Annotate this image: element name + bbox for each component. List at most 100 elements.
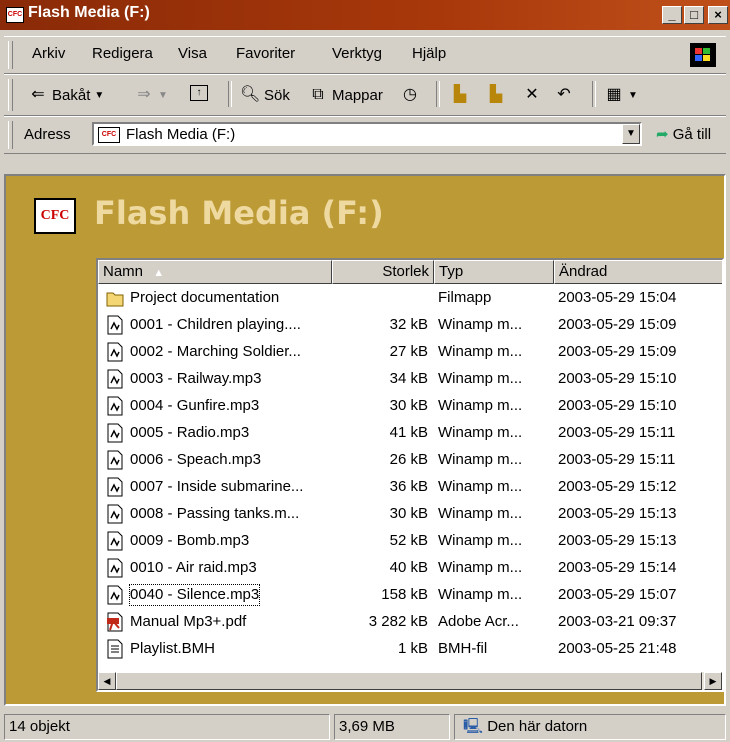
- window-title: Flash Media (F:): [28, 4, 150, 21]
- file-name[interactable]: 0040 - Silence.mp3: [128, 584, 261, 606]
- column-header-type[interactable]: Typ: [434, 260, 554, 284]
- move-to-button[interactable]: ▙: [450, 85, 470, 105]
- menu-hjalp[interactable]: Hjälp: [412, 45, 446, 62]
- menu-visa[interactable]: Visa: [178, 45, 207, 62]
- file-row[interactable]: 0003 - Railway.mp3 34 kB Winamp m... 2003-0…: [98, 367, 722, 391]
- file-name[interactable]: Playlist.BMH: [130, 637, 215, 661]
- file-row[interactable]: Manual Mp3+.pdf 3 282 kB Adobe Acr... 2003-…: [98, 610, 722, 634]
- file-name[interactable]: 0006 - Speach.mp3: [130, 448, 261, 472]
- menu-arkiv[interactable]: Arkiv: [32, 45, 65, 62]
- file-row[interactable]: 0001 - Children playing.... 32 kB Winamp m…: [98, 313, 722, 337]
- search-icon: 🔍︎: [240, 86, 261, 103]
- folders-button[interactable]: ⧉ Mappar: [308, 85, 383, 105]
- views-dropdown-icon[interactable]: ▼: [628, 90, 638, 101]
- copy-to-icon: ▙: [489, 86, 503, 103]
- file-modified: 2003-05-29 15:13: [558, 505, 677, 522]
- file-name[interactable]: 0009 - Bomb.mp3: [130, 529, 249, 553]
- maximize-button[interactable]: □: [684, 6, 704, 24]
- column-header-size[interactable]: Storlek: [332, 260, 434, 284]
- address-field[interactable]: CFC Flash Media (F:) ▼: [92, 122, 642, 146]
- toolbar-separator: [228, 81, 232, 107]
- file-row[interactable]: 0005 - Radio.mp3 41 kB Winamp m... 2003-05-…: [98, 421, 722, 445]
- back-button[interactable]: ⇐ Bakåt ▼: [28, 85, 104, 105]
- menu-favoriter[interactable]: Favoriter: [236, 45, 295, 62]
- undo-button[interactable]: ↶: [554, 85, 574, 105]
- scroll-thumb[interactable]: [116, 672, 702, 690]
- file-row[interactable]: Playlist.BMH 1 kB BMH-fil 2003-05-25 21:48: [98, 637, 722, 661]
- file-name[interactable]: 0003 - Railway.mp3: [130, 367, 261, 391]
- up-folder-button[interactable]: ↑: [190, 85, 208, 101]
- file-row[interactable]: 0006 - Speach.mp3 26 kB Winamp m... 2003-05…: [98, 448, 722, 472]
- column-name-label: Namn: [103, 263, 144, 280]
- menu-verktyg[interactable]: Verktyg: [332, 45, 382, 62]
- column-type-label: Typ: [439, 263, 464, 280]
- minimize-button[interactable]: _: [662, 6, 682, 24]
- file-list[interactable]: Namn ▲ Storlek Typ Ändrad Project docume…: [96, 258, 724, 692]
- file-row[interactable]: 0002 - Marching Soldier... 27 kB Winamp m.…: [98, 340, 722, 364]
- back-dropdown-icon[interactable]: ▼: [94, 90, 104, 101]
- winamp-file-icon: [106, 342, 124, 362]
- file-name[interactable]: 0005 - Radio.mp3: [130, 421, 249, 445]
- file-name[interactable]: 0010 - Air raid.mp3: [130, 556, 257, 580]
- column-header-modified[interactable]: Ändrad: [554, 260, 722, 284]
- file-modified: 2003-05-29 15:10: [558, 370, 677, 387]
- menu-bar: Arkiv Redigera Visa Favoriter Verktyg Hj…: [4, 36, 726, 74]
- file-type: Adobe Acr...: [438, 613, 519, 630]
- forward-button[interactable]: ⇒ ▼: [134, 85, 168, 105]
- search-button[interactable]: 🔍︎ Sök: [240, 85, 290, 105]
- file-name[interactable]: 0004 - Gunfire.mp3: [130, 394, 259, 418]
- address-dropdown-button[interactable]: ▼: [622, 124, 640, 144]
- file-name[interactable]: 0001 - Children playing....: [130, 313, 301, 337]
- file-name[interactable]: 0002 - Marching Soldier...: [130, 340, 301, 364]
- history-button[interactable]: ◷: [400, 85, 420, 105]
- file-row[interactable]: 0010 - Air raid.mp3 40 kB Winamp m... 2003-…: [98, 556, 722, 580]
- file-name[interactable]: 0008 - Passing tanks.m...: [130, 502, 299, 526]
- toolbar: ⇐ Bakåt ▼ ⇒ ▼ ↑ 🔍︎ Sök ⧉ Mappar ◷ ▙ ▙ ✕ …: [4, 74, 726, 116]
- file-size: 158 kB: [381, 586, 428, 603]
- go-button[interactable]: ➦ Gå till: [656, 125, 711, 143]
- text-file-icon: [106, 639, 124, 659]
- file-type: Filmapp: [438, 289, 492, 306]
- menu-redigera[interactable]: Redigera: [92, 45, 153, 62]
- file-type: Winamp m...: [438, 505, 523, 522]
- copy-to-button[interactable]: ▙: [486, 85, 506, 105]
- scroll-right-button[interactable]: ▶: [704, 672, 722, 690]
- file-row[interactable]: 0040 - Silence.mp3 158 kB Winamp m... 2003-…: [98, 583, 722, 607]
- app-icon: CFC: [6, 7, 24, 23]
- close-button[interactable]: ×: [708, 6, 728, 24]
- forward-dropdown-icon[interactable]: ▼: [158, 90, 168, 101]
- file-name[interactable]: 0007 - Inside submarine...: [130, 475, 303, 499]
- scroll-left-button[interactable]: ◀: [98, 672, 116, 690]
- horizontal-scrollbar[interactable]: ◀ ▶: [98, 672, 722, 690]
- search-label: Sök: [264, 86, 290, 104]
- file-row[interactable]: Project documentation Filmapp 2003-05-29 1…: [98, 286, 722, 310]
- file-row[interactable]: 0009 - Bomb.mp3 52 kB Winamp m... 2003-05-2…: [98, 529, 722, 553]
- toolbar-grip: [8, 79, 13, 111]
- back-label: Bakåt: [52, 86, 91, 104]
- file-size: 41 kB: [389, 424, 428, 441]
- file-size: 3 282 kB: [368, 613, 428, 630]
- file-size: 30 kB: [389, 397, 428, 414]
- file-row[interactable]: 0007 - Inside submarine... 36 kB Winamp m.…: [98, 475, 722, 499]
- go-label: Gå till: [672, 126, 712, 143]
- file-row[interactable]: 0004 - Gunfire.mp3 30 kB Winamp m... 2003-0…: [98, 394, 722, 418]
- file-modified: 2003-05-29 15:07: [558, 586, 677, 603]
- file-size: 26 kB: [389, 451, 428, 468]
- file-name[interactable]: Manual Mp3+.pdf: [130, 610, 246, 634]
- folder-title: Flash Media (F:): [94, 194, 384, 232]
- file-modified: 2003-05-29 15:14: [558, 559, 677, 576]
- winamp-file-icon: [106, 477, 124, 497]
- winamp-file-icon: [106, 585, 124, 605]
- winamp-file-icon: [106, 396, 124, 416]
- delete-button[interactable]: ✕: [522, 85, 542, 105]
- file-name[interactable]: Project documentation: [130, 286, 279, 310]
- windows-logo-icon: [690, 43, 716, 67]
- status-location: 🖳︎ Den här datorn: [454, 714, 726, 740]
- file-modified: 2003-03-21 09:37: [558, 613, 677, 630]
- file-row[interactable]: 0008 - Passing tanks.m... 30 kB Winamp m..…: [98, 502, 722, 526]
- file-modified: 2003-05-29 15:13: [558, 532, 677, 549]
- address-value[interactable]: Flash Media (F:): [126, 126, 235, 143]
- views-button[interactable]: ▦ ▼: [604, 85, 638, 105]
- winamp-file-icon: [106, 450, 124, 470]
- column-header-name[interactable]: Namn ▲: [98, 260, 332, 284]
